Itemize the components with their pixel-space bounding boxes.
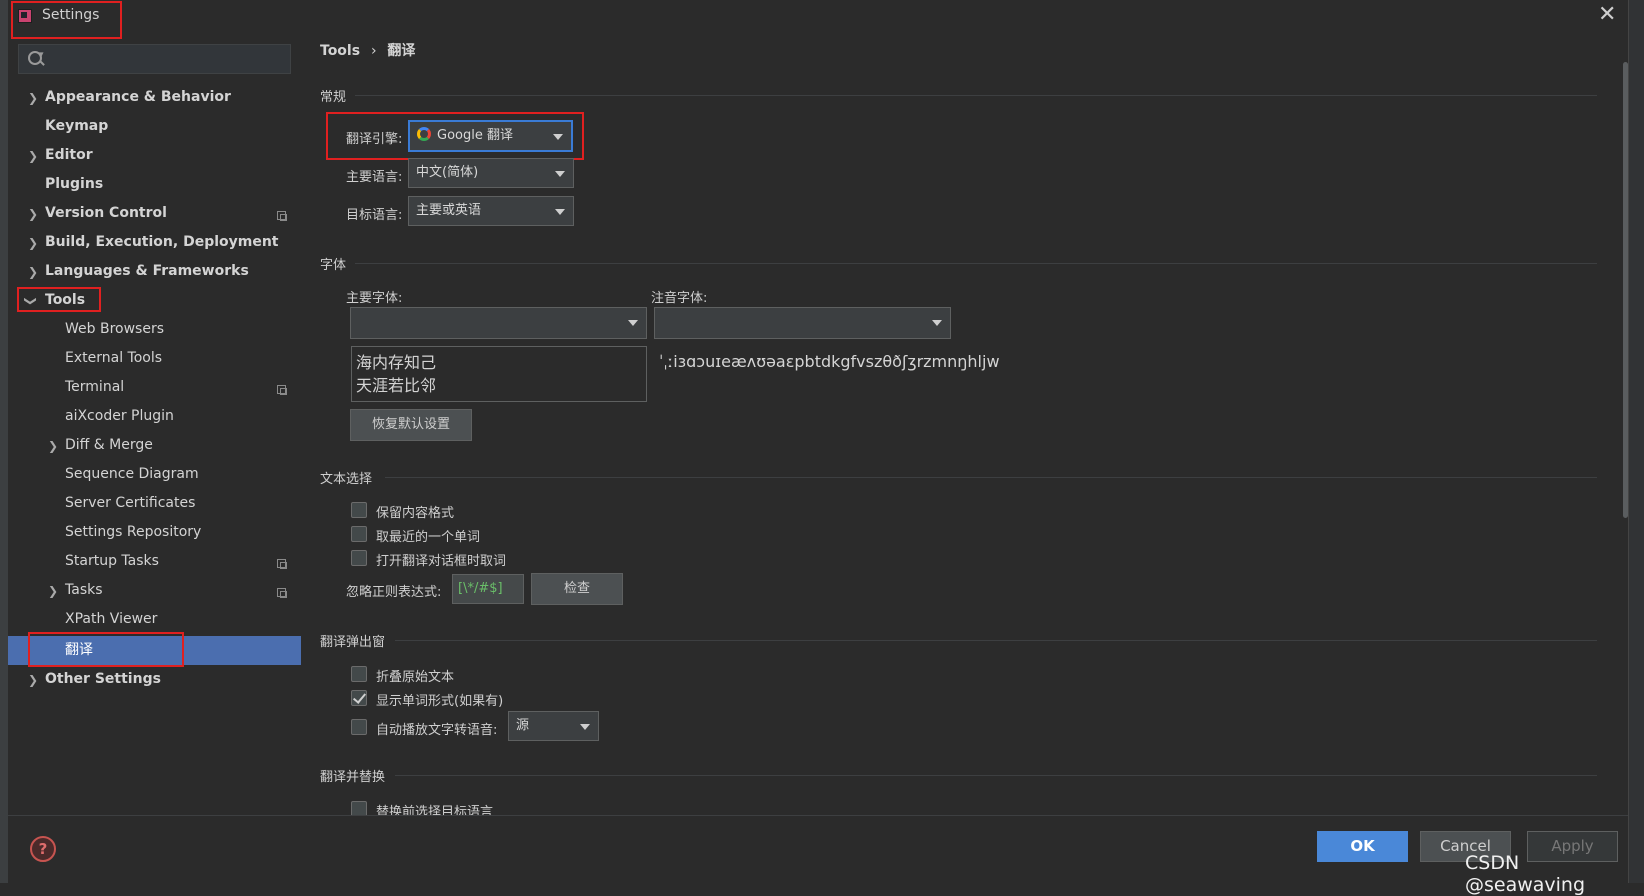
section-popup-title: 翻译弹出窗 bbox=[320, 635, 386, 650]
chevron-right-icon[interactable]: ❯ bbox=[28, 265, 38, 279]
search-input[interactable]: ▾ bbox=[18, 44, 291, 74]
ok-button[interactable]: OK bbox=[1317, 831, 1408, 862]
chevron-right-icon[interactable]: ❯ bbox=[28, 149, 38, 163]
ignore-regex-input[interactable]: [\*/#$] bbox=[452, 574, 524, 604]
auto-tts-label: 自动播放文字转语音: bbox=[376, 723, 498, 738]
primary-font-dropdown[interactable] bbox=[350, 307, 647, 339]
sidebar-item-appearance[interactable]: Appearance & Behavior bbox=[45, 83, 231, 112]
breadcrumb-current: 翻译 bbox=[387, 43, 416, 59]
font-preview-box: 海内存知己 天涯若比邻 bbox=[351, 346, 647, 402]
target-language-dropdown[interactable]: 主要或英语 bbox=[408, 196, 574, 226]
show-word-forms-label: 显示单词形式(如果有) bbox=[376, 694, 504, 709]
breadcrumb: Tools › 翻译 bbox=[320, 40, 415, 60]
section-divider bbox=[355, 263, 1597, 264]
section-divider bbox=[385, 477, 1597, 478]
project-settings-icon bbox=[277, 385, 287, 395]
target-language-value: 主要或英语 bbox=[416, 203, 482, 218]
phonetic-preview: ˈˌːiɜɑɔuɪeæʌʊəaɛpbtdkgfvszθðʃʒrzmnŋhljw bbox=[659, 352, 1000, 371]
breadcrumb-parent[interactable]: Tools bbox=[320, 43, 360, 59]
sidebar-item-tasks[interactable]: Tasks bbox=[65, 576, 103, 605]
sidebar-item-server-certificates[interactable]: Server Certificates bbox=[65, 489, 195, 518]
sidebar-item-other-settings[interactable]: Other Settings bbox=[45, 665, 161, 694]
chevron-right-icon[interactable]: ❯ bbox=[28, 91, 38, 105]
fold-original-checkbox[interactable] bbox=[351, 666, 367, 682]
highlight-box-engine bbox=[326, 112, 584, 160]
sidebar-item-diff-merge[interactable]: Diff & Merge bbox=[65, 431, 153, 460]
dropdown-arrow-icon bbox=[628, 320, 638, 326]
sidebar-item-plugins[interactable]: Plugins bbox=[45, 170, 103, 199]
nearest-word-checkbox[interactable] bbox=[351, 526, 367, 542]
keep-format-label: 保留内容格式 bbox=[376, 506, 455, 521]
chevron-right-icon[interactable]: ❯ bbox=[28, 673, 38, 687]
sidebar-item-xpath-viewer[interactable]: XPath Viewer bbox=[65, 605, 157, 634]
help-icon[interactable]: ? bbox=[30, 836, 56, 862]
primary-font-label: 主要字体: bbox=[346, 291, 403, 306]
ignore-regex-label: 忽略正则表达式: bbox=[346, 585, 442, 600]
section-replace-title: 翻译并替换 bbox=[320, 770, 386, 785]
sidebar-item-web-browsers[interactable]: Web Browsers bbox=[65, 315, 164, 344]
dropdown-arrow-icon bbox=[580, 724, 590, 730]
dropdown-arrow-icon bbox=[555, 209, 565, 215]
take-on-open-label: 打开翻译对话框时取词 bbox=[376, 554, 507, 569]
tts-source-dropdown[interactable]: 源 bbox=[508, 711, 599, 741]
target-language-label: 目标语言: bbox=[346, 208, 403, 223]
primary-language-value: 中文(简体) bbox=[416, 165, 479, 180]
primary-language-dropdown[interactable]: 中文(简体) bbox=[408, 158, 574, 188]
project-settings-icon bbox=[277, 211, 287, 221]
project-settings-icon bbox=[277, 559, 287, 569]
check-button[interactable]: 检查 bbox=[531, 573, 623, 605]
sidebar-item-startup-tasks[interactable]: Startup Tasks bbox=[65, 547, 159, 576]
watermark: CSDN @seawaving bbox=[1465, 852, 1586, 896]
sidebar-item-sequence-diagram[interactable]: Sequence Diagram bbox=[65, 460, 199, 489]
auto-tts-checkbox[interactable] bbox=[351, 719, 367, 735]
sidebar-item-terminal[interactable]: Terminal bbox=[65, 373, 124, 402]
dropdown-arrow-icon bbox=[932, 320, 942, 326]
background-right-strip bbox=[1628, 0, 1644, 883]
sidebar-item-version-control[interactable]: Version Control bbox=[45, 199, 167, 228]
highlight-box-tools bbox=[17, 287, 101, 312]
sidebar-item-editor[interactable]: Editor bbox=[45, 141, 93, 170]
font-preview-line-1: 海内存知己 bbox=[356, 353, 437, 372]
sidebar-item-build[interactable]: Build, Execution, Deployment bbox=[45, 228, 279, 257]
phonetic-font-label: 注音字体: bbox=[651, 291, 708, 306]
font-preview-line-2: 天涯若比邻 bbox=[356, 376, 437, 395]
project-settings-icon bbox=[277, 588, 287, 598]
keep-format-checkbox[interactable] bbox=[351, 502, 367, 518]
tts-source-value: 源 bbox=[516, 718, 530, 733]
sidebar-item-languages[interactable]: Languages & Frameworks bbox=[45, 257, 249, 286]
highlight-box-title bbox=[11, 1, 122, 39]
take-on-open-checkbox[interactable] bbox=[351, 550, 367, 566]
sidebar-item-settings-repository[interactable]: Settings Repository bbox=[65, 518, 201, 547]
nearest-word-label: 取最近的一个单词 bbox=[376, 530, 481, 545]
section-text-selection-title: 文本选择 bbox=[320, 472, 373, 487]
search-dropdown-icon: ▾ bbox=[39, 50, 44, 60]
close-icon[interactable]: ✕ bbox=[1598, 2, 1616, 27]
reset-defaults-button[interactable]: 恢复默认设置 bbox=[350, 409, 472, 441]
fold-original-label: 折叠原始文本 bbox=[376, 670, 455, 685]
settings-dialog bbox=[8, 0, 1628, 883]
chevron-right-icon[interactable]: ❯ bbox=[48, 439, 58, 453]
sidebar-item-aixcoder[interactable]: aiXcoder Plugin bbox=[65, 402, 174, 431]
show-word-forms-checkbox[interactable] bbox=[351, 690, 367, 706]
phonetic-font-dropdown[interactable] bbox=[654, 307, 951, 339]
breadcrumb-separator: › bbox=[370, 43, 377, 59]
chevron-right-icon[interactable]: ❯ bbox=[28, 207, 38, 221]
section-general-title: 常规 bbox=[320, 90, 347, 105]
chevron-right-icon[interactable]: ❯ bbox=[48, 584, 58, 598]
chevron-right-icon[interactable]: ❯ bbox=[28, 236, 38, 250]
sidebar-item-keymap[interactable]: Keymap bbox=[45, 112, 108, 141]
primary-language-label: 主要语言: bbox=[346, 170, 403, 185]
section-divider bbox=[395, 640, 1597, 641]
section-fonts-title: 字体 bbox=[320, 258, 347, 273]
section-divider bbox=[355, 95, 1597, 96]
vertical-scrollbar[interactable] bbox=[1623, 62, 1628, 518]
sidebar-item-external-tools[interactable]: External Tools bbox=[65, 344, 162, 373]
highlight-box-translation bbox=[28, 632, 184, 667]
section-divider bbox=[395, 775, 1597, 776]
background-left-strip bbox=[0, 0, 8, 883]
dropdown-arrow-icon bbox=[555, 171, 565, 177]
